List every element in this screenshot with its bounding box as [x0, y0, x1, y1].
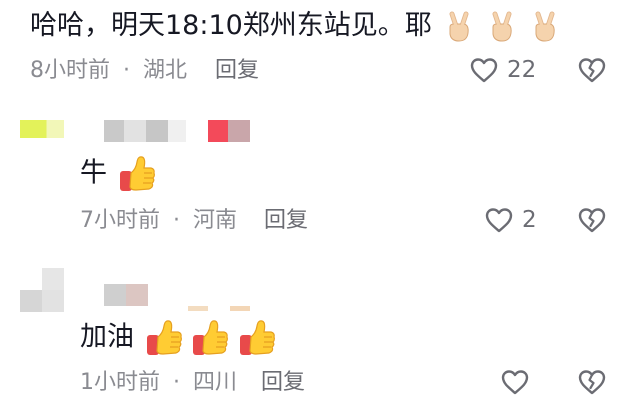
- blurred-strip: [188, 306, 208, 311]
- username-redacted[interactable]: [104, 284, 254, 306]
- avatar[interactable]: [20, 268, 64, 312]
- comment-time: 7小时前: [80, 208, 160, 233]
- comment-text: 牛: [80, 154, 156, 194]
- heart-outline-icon: [485, 208, 513, 233]
- comment-location: 湖北: [143, 58, 188, 83]
- victory-hand-emoji-icon: [449, 11, 470, 42]
- comment-text: 哈哈，明天18:10郑州东站见。耶: [30, 8, 560, 44]
- thumbs-up-emoji-icon: [193, 320, 229, 355]
- thumbs-up-emoji-icon: [239, 320, 275, 355]
- like-button[interactable]: [500, 368, 538, 396]
- heart-outline-icon: [501, 370, 529, 395]
- blurred-strip: [230, 306, 250, 311]
- broken-heart-outline-icon: [578, 370, 606, 395]
- meta-dot: ·: [173, 208, 180, 233]
- like-count: 22: [507, 57, 537, 83]
- thumbs-up-emoji-icon: [146, 320, 182, 355]
- reply-button[interactable]: 回复: [261, 368, 305, 398]
- reply-button[interactable]: 回复: [264, 206, 308, 236]
- comment-2: 牛 7小时前 · 河南 回复 2: [0, 100, 640, 250]
- dislike-button[interactable]: [577, 56, 607, 88]
- comment-location: 四川: [193, 370, 238, 395]
- comment-meta: 1小时前 · 四川: [80, 368, 237, 398]
- reply-button[interactable]: 回复: [215, 56, 259, 86]
- avatar[interactable]: [20, 120, 64, 138]
- broken-heart-outline-icon: [578, 58, 606, 83]
- meta-dot: ·: [123, 58, 130, 83]
- username-redacted[interactable]: [104, 120, 250, 142]
- like-button[interactable]: 2: [484, 206, 537, 234]
- meta-dot: ·: [173, 370, 180, 395]
- victory-hand-emoji-icon: [492, 11, 512, 42]
- comment-meta: 8小时前 · 湖北: [30, 56, 187, 86]
- comment-location: 河南: [193, 208, 238, 233]
- broken-heart-outline-icon: [578, 208, 606, 233]
- comment-1: 哈哈，明天18:10郑州东站见。耶 8小时前 · 湖北 回复 22: [0, 0, 640, 100]
- dislike-button[interactable]: [577, 368, 607, 400]
- comment-time: 8小时前: [30, 58, 110, 83]
- comment-text: 加油: [80, 318, 276, 358]
- comment-3: 加油 1小时前 · 四川 回复: [0, 250, 640, 412]
- victory-hand-emoji-icon: [535, 11, 555, 42]
- like-count: 2: [522, 207, 537, 233]
- heart-outline-icon: [470, 58, 498, 83]
- comment-time: 1小时前: [80, 370, 160, 395]
- like-button[interactable]: 22: [469, 56, 536, 84]
- dislike-button[interactable]: [577, 206, 607, 238]
- comment-meta: 7小时前 · 河南: [80, 206, 237, 236]
- thumbs-up-emoji-icon: [119, 156, 155, 191]
